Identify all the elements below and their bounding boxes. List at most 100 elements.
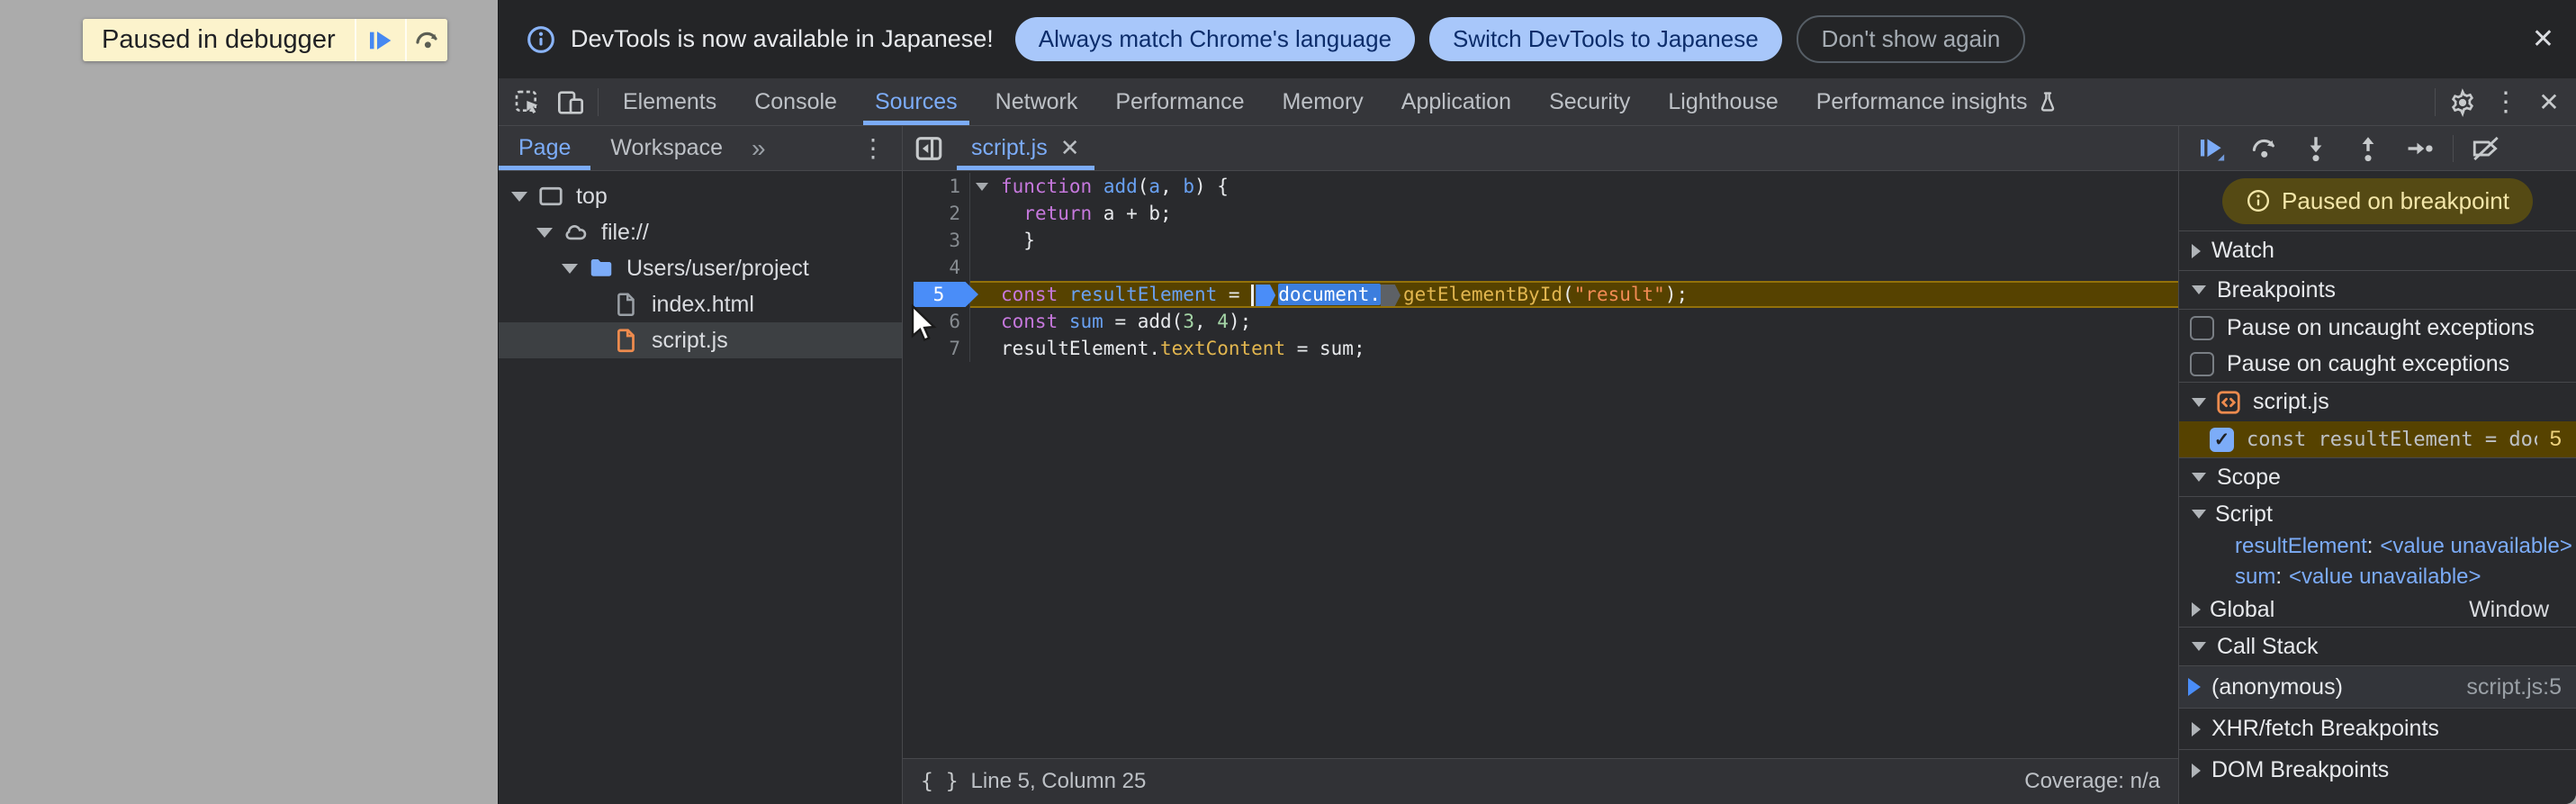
tab-network[interactable]: Network xyxy=(977,79,1097,125)
line-number[interactable]: 3 xyxy=(903,227,969,254)
line-number[interactable]: 5 xyxy=(903,281,978,308)
call-stack-frame[interactable]: (anonymous) script.js:5 xyxy=(2179,666,2576,708)
scope-global-group[interactable]: Global Window xyxy=(2179,592,2576,627)
info-icon xyxy=(2246,188,2271,213)
code-line-3[interactable]: 3 } xyxy=(903,227,2178,254)
code-line-6[interactable]: 6 const sum = add(3, 4); xyxy=(903,308,2178,335)
section-call-stack[interactable]: Call Stack xyxy=(2179,627,2576,666)
step-over-page-button[interactable] xyxy=(404,19,447,61)
tree-item-label: Users/user/project xyxy=(626,255,809,281)
infobar-action-3[interactable]: Don't show again xyxy=(1796,15,2026,63)
paused-in-debugger-label: Paused in debugger xyxy=(102,25,336,54)
expand-caret-icon[interactable] xyxy=(562,263,578,274)
editor-panel: script.js ✕ 1 function add(a, b) {2 retur… xyxy=(903,126,2178,804)
editor-tab-scriptjs[interactable]: script.js ✕ xyxy=(955,126,1096,170)
more-tabs-chevron[interactable]: » xyxy=(743,126,775,170)
devtools-window: DevTools is now available in Japanese! A… xyxy=(498,0,2576,804)
pause-on-caught-checkbox[interactable] xyxy=(2190,351,2214,376)
pause-on-uncaught-checkbox-row[interactable]: Pause on uncaught exceptions xyxy=(2179,310,2576,346)
line-number[interactable]: 6 xyxy=(903,308,969,335)
section-watch[interactable]: Watch xyxy=(2179,230,2576,270)
infobar-action-1[interactable]: Always match Chrome's language xyxy=(1014,17,1416,61)
tab-lighthouse[interactable]: Lighthouse xyxy=(1649,79,1797,125)
line-number[interactable]: 2 xyxy=(903,200,969,227)
tab-sources[interactable]: Sources xyxy=(856,79,977,125)
tree-item-users-user-project[interactable]: Users/user/project xyxy=(499,250,902,286)
resume-script-button[interactable] xyxy=(354,19,405,61)
tab-page[interactable]: Page xyxy=(499,126,591,170)
tab-application[interactable]: Application xyxy=(1383,79,1530,125)
code-line-1[interactable]: 1 function add(a, b) { xyxy=(903,173,2178,200)
code-token: function xyxy=(1001,176,1093,197)
toolbar-divider xyxy=(598,88,599,116)
step-out-button[interactable] xyxy=(2345,129,2391,168)
expand-caret-icon[interactable] xyxy=(511,191,527,202)
resume-button[interactable] xyxy=(2188,129,2235,168)
scope-caret-icon xyxy=(2192,602,2201,617)
step-into-button[interactable] xyxy=(2292,129,2339,168)
code-line-7[interactable]: 7 resultElement.textContent = sum; xyxy=(903,335,2178,362)
breakpoint-entry[interactable]: ✓ const resultElement = doc⋯ 5 xyxy=(2179,421,2576,457)
scope-variable-sum[interactable]: sum: <value unavailable> xyxy=(2179,562,2576,592)
breakpoint-source-text: const resultElement = doc⋯ xyxy=(2247,428,2537,451)
tab-security[interactable]: Security xyxy=(1530,79,1649,125)
settings-gear-button[interactable] xyxy=(2441,79,2484,125)
code-line-5[interactable]: 5 const resultElement = document. getEleme… xyxy=(903,281,2178,308)
code-token: , xyxy=(1160,176,1184,197)
tree-item-index.html[interactable]: index.html xyxy=(499,286,902,322)
section-dom-breakpoints[interactable]: DOM Breakpoints xyxy=(2179,749,2576,790)
line-number[interactable]: 7 xyxy=(903,335,969,362)
code-line-4[interactable]: 4 xyxy=(903,254,2178,281)
code-token: = sum; xyxy=(1285,338,1365,359)
device-toolbar-toggle-button[interactable] xyxy=(549,79,592,125)
pretty-print-button[interactable]: { } xyxy=(921,770,959,793)
breakpoint-file-group[interactable]: script.js xyxy=(2179,382,2576,421)
line-number[interactable]: 1 xyxy=(903,173,969,200)
tab-console[interactable]: Console xyxy=(735,79,856,125)
step-button[interactable] xyxy=(2397,129,2444,168)
code-line-2[interactable]: 2 return a + b; xyxy=(903,200,2178,227)
tree-item-top[interactable]: top xyxy=(499,178,902,214)
tab-close-icon[interactable]: ✕ xyxy=(1060,134,1080,162)
section-scope[interactable]: Scope xyxy=(2179,457,2576,497)
line-number[interactable]: 4 xyxy=(903,254,969,281)
kebab-menu-icon: ⋮ xyxy=(2492,86,2519,117)
tab-memory[interactable]: Memory xyxy=(1263,79,1382,125)
inline-breakpoint-off-icon[interactable] xyxy=(1380,285,1401,306)
fold-arrow xyxy=(976,182,988,191)
section-xhr-fetch-breakpoints[interactable]: XHR/fetch Breakpoints xyxy=(2179,708,2576,749)
tree-item-file-[interactable]: file:// xyxy=(499,214,902,250)
tab-workspace[interactable]: Workspace xyxy=(590,126,743,170)
tree-item-script.js[interactable]: script.js xyxy=(499,322,902,358)
pause-on-caught-checkbox-row[interactable]: Pause on caught exceptions xyxy=(2179,346,2576,382)
code-token: ( xyxy=(1137,176,1149,197)
scope-script-group[interactable]: Script xyxy=(2179,497,2576,531)
inline-breakpoint-on-icon[interactable] xyxy=(1256,285,1276,306)
scope-global-label: Global xyxy=(2210,596,2275,622)
tab-elements[interactable]: Elements xyxy=(604,79,735,125)
fold-caret-icon[interactable] xyxy=(972,182,1001,191)
code-editor[interactable]: 1 function add(a, b) {2 return a + b; 3 } 4… xyxy=(903,171,2178,758)
tab-performance-insights[interactable]: Performance insights xyxy=(1797,79,2079,125)
inspect-element-button[interactable] xyxy=(506,79,549,125)
collapse-sidebar-button[interactable] xyxy=(903,126,955,170)
section-caret-icon xyxy=(2192,243,2201,258)
cloud-icon xyxy=(562,218,590,247)
scope-variable-resultElement[interactable]: resultElement: <value unavailable> xyxy=(2179,531,2576,562)
more-options-kebab-button[interactable]: ⋮ xyxy=(2484,79,2527,125)
step-over-button[interactable] xyxy=(2240,129,2287,168)
tab-label: Sources xyxy=(874,89,958,114)
infobar-action-2[interactable]: Switch DevTools to Japanese xyxy=(1429,17,1782,61)
breakpoint-checkbox[interactable]: ✓ xyxy=(2210,427,2234,452)
pause-on-uncaught-checkbox[interactable] xyxy=(2190,315,2214,340)
code-line-content: return a + b; xyxy=(969,200,2178,227)
expand-caret-icon[interactable] xyxy=(536,227,553,238)
tab-performance[interactable]: Performance xyxy=(1096,79,1263,125)
section-breakpoints[interactable]: Breakpoints xyxy=(2179,270,2576,310)
devtools-close-button[interactable]: ✕ xyxy=(2527,79,2571,125)
navigator-kebab-icon[interactable]: ⋮ xyxy=(844,126,902,170)
text-caret xyxy=(1251,285,1255,306)
deactivate-breakpoints-button[interactable] xyxy=(2463,129,2509,168)
infobar-close-icon[interactable]: ✕ xyxy=(2532,25,2554,53)
